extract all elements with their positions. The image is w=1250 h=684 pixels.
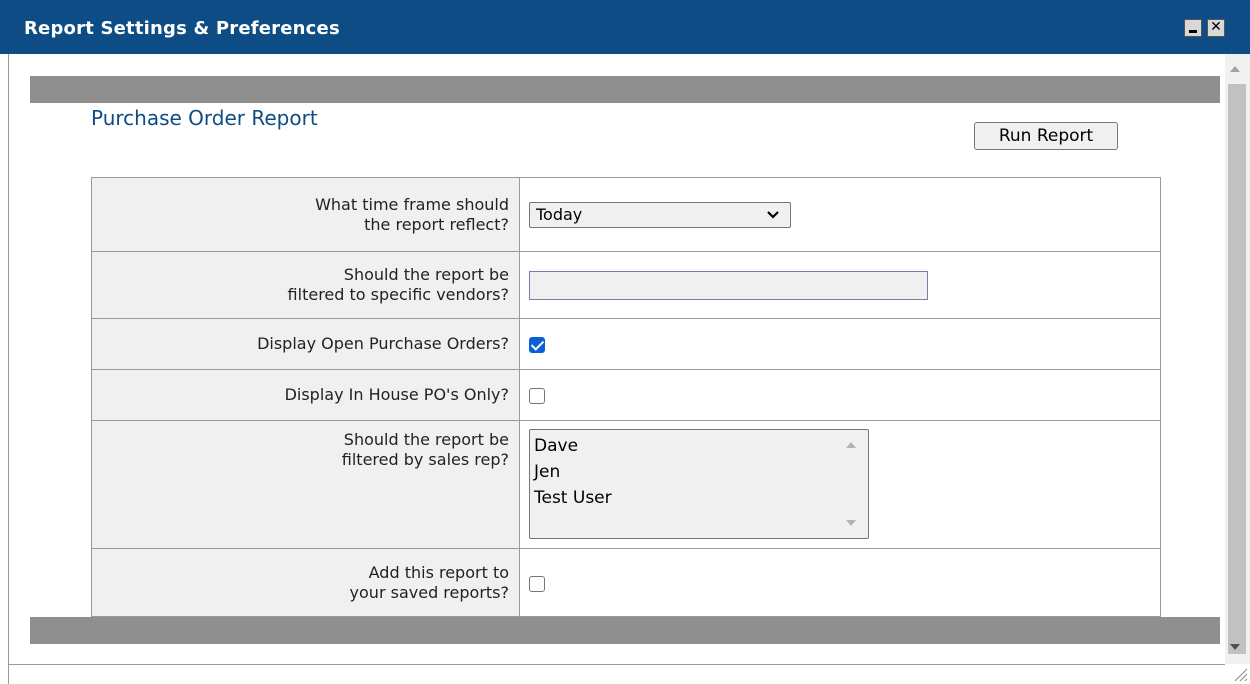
time-frame-select[interactable]: Today <box>529 201 791 228</box>
minimize-icon <box>1189 30 1197 33</box>
sales-rep-listbox[interactable]: Dave Jen Test User <box>529 429 869 539</box>
sales-rep-label: Should the report be filtered by sales r… <box>91 420 520 549</box>
form-row-in-house: Display In House PO's Only? <box>91 369 1161 421</box>
time-frame-selected-value: Today <box>536 204 583 224</box>
save-report-label: Add this report to your saved reports? <box>91 548 520 617</box>
report-settings-form: What time frame should the report reflec… <box>91 177 1161 617</box>
scroll-down-arrow-icon[interactable] <box>1230 644 1240 650</box>
window-frame-bottom <box>8 664 1225 665</box>
form-row-time-frame: What time frame should the report reflec… <box>91 177 1161 252</box>
close-icon: ✕ <box>1210 19 1222 35</box>
open-pos-label: Display Open Purchase Orders? <box>91 318 520 370</box>
vertical-scrollbar[interactable] <box>1225 54 1250 664</box>
open-pos-checkbox[interactable] <box>529 337 545 353</box>
panel-footer-bar <box>30 617 1220 644</box>
scrollbar-thumb[interactable] <box>1228 84 1246 654</box>
minimize-button[interactable] <box>1184 19 1202 37</box>
report-title: Purchase Order Report <box>91 106 318 130</box>
in-house-checkbox[interactable] <box>529 388 545 404</box>
time-frame-label: What time frame should the report reflec… <box>91 177 520 252</box>
in-house-label: Display In House PO's Only? <box>91 369 520 421</box>
form-row-sales-rep: Should the report be filtered by sales r… <box>91 420 1161 549</box>
chevron-down-icon <box>766 205 780 233</box>
vendors-label: Should the report be filtered to specifi… <box>91 251 520 319</box>
window-title: Report Settings & Preferences <box>24 18 340 39</box>
form-row-open-pos: Display Open Purchase Orders? <box>91 318 1161 370</box>
listbox-scroll-down-icon[interactable] <box>846 520 856 526</box>
scroll-up-arrow-icon[interactable] <box>1230 66 1240 72</box>
form-row-vendors: Should the report be filtered to specifi… <box>91 251 1161 319</box>
save-report-checkbox[interactable] <box>529 575 545 592</box>
window-frame-left <box>8 54 9 684</box>
listbox-scroll-up-icon[interactable] <box>846 442 856 448</box>
list-item[interactable]: Dave <box>534 433 868 459</box>
list-item[interactable]: Jen <box>534 459 868 485</box>
list-item[interactable]: Test User <box>534 485 868 511</box>
window-titlebar[interactable]: Report Settings & Preferences ✕ <box>0 0 1250 54</box>
panel-header-bar <box>30 76 1220 103</box>
vendor-filter-input[interactable] <box>529 270 928 300</box>
close-button[interactable]: ✕ <box>1207 19 1225 37</box>
resize-grip-icon[interactable] <box>1232 666 1248 682</box>
run-report-button[interactable]: Run Report <box>974 122 1118 150</box>
form-row-save-report: Add this report to your saved reports? <box>91 548 1161 617</box>
